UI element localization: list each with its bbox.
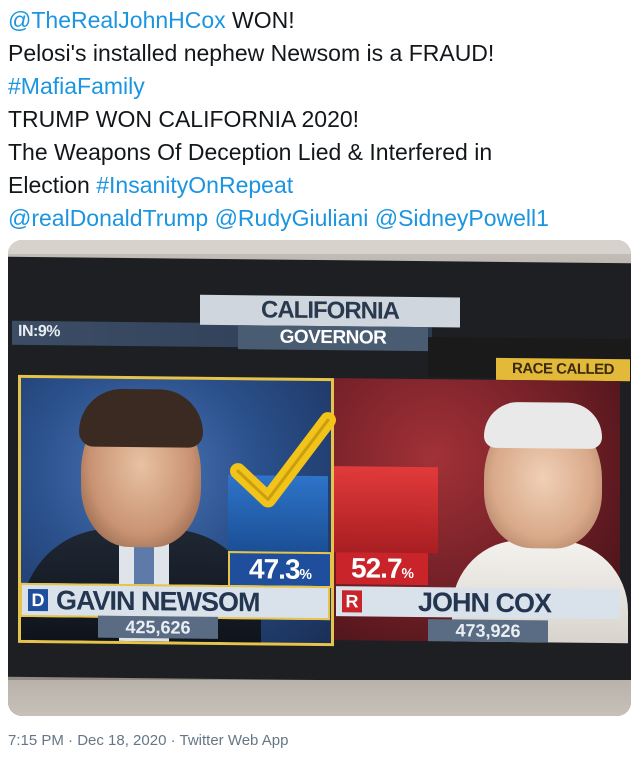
- mention-link[interactable]: @SidneyPowell1: [375, 205, 549, 231]
- screen-bleed-text: [8, 240, 631, 254]
- rep-bar: [334, 466, 438, 554]
- checkmark-icon: [230, 412, 336, 508]
- tweet-text-segment: TRUMP WON CALIFORNIA 2020!: [8, 106, 360, 132]
- dem-percent-value: 47.3: [249, 553, 300, 585]
- tweet-line: Pelosi's installed nephew Newsom is a FR…: [8, 37, 638, 70]
- dem-percent: 47.3%: [228, 551, 332, 589]
- tweet-line: The Weapons Of Deception Lied & Interfer…: [8, 136, 638, 169]
- monitor-bezel: [8, 680, 631, 716]
- mention-link[interactable]: @realDonaldTrump: [8, 205, 208, 231]
- tweet-timestamp[interactable]: 7:15 PM · Dec 18, 2020 · Twitter Web App: [8, 732, 288, 749]
- tweet-text-segment: WON!: [225, 7, 295, 33]
- rep-percent: 52.7%: [336, 552, 428, 586]
- dem-percent-sign: %: [299, 565, 311, 582]
- tweet-line: Election #InsanityOnRepeat: [8, 169, 638, 202]
- dem-name-bar: D GAVIN NEWSOM: [20, 582, 330, 621]
- state-header: CALIFORNIA: [200, 294, 460, 328]
- newsom-hair: [79, 388, 203, 448]
- race-header: GOVERNOR: [238, 325, 428, 352]
- tweet-line: TRUMP WON CALIFORNIA 2020!: [8, 103, 638, 136]
- hashtag-link[interactable]: #InsanityOnRepeat: [96, 172, 293, 198]
- rep-candidate-name: JOHN COX: [418, 587, 552, 619]
- race-called-badge: RACE CALLED: [496, 357, 630, 382]
- tweet-image[interactable]: IN:9% CALIFORNIA GOVERNOR RACE CALLED 47…: [8, 240, 631, 716]
- rep-percent-value: 52.7: [351, 552, 402, 584]
- hashtag-link[interactable]: #MafiaFamily: [8, 73, 145, 99]
- cox-hair: [484, 401, 602, 449]
- tweet-line: @realDonaldTrump @RudyGiuliani @SidneyPo…: [8, 202, 638, 235]
- rep-percent-sign: %: [401, 564, 413, 581]
- dem-party-badge: D: [28, 588, 48, 612]
- tweet-text: @TheRealJohnHCox WON! Pelosi's installed …: [8, 4, 638, 235]
- in-reporting: IN:9%: [18, 322, 60, 341]
- rep-votes: 473,926: [428, 619, 548, 643]
- tweet-text-segment: The Weapons Of Deception Lied & Interfer…: [8, 139, 493, 165]
- dem-votes: 425,626: [98, 615, 218, 639]
- mention-link[interactable]: @TheRealJohnHCox: [8, 7, 226, 33]
- dem-candidate-name: GAVIN NEWSOM: [56, 585, 260, 618]
- rep-name-bar: R JOHN COX: [336, 586, 620, 620]
- tweet-line: #MafiaFamily: [8, 70, 638, 103]
- rep-party-badge: R: [342, 590, 362, 613]
- tweet-text-segment: Pelosi's installed nephew Newsom is a FR…: [8, 40, 495, 66]
- tweet-text-segment: Election: [8, 172, 97, 198]
- mention-link[interactable]: @RudyGiuliani: [215, 205, 369, 231]
- tweet-line: @TheRealJohnHCox WON!: [8, 4, 638, 37]
- tv-screen: IN:9% CALIFORNIA GOVERNOR RACE CALLED 47…: [8, 256, 631, 684]
